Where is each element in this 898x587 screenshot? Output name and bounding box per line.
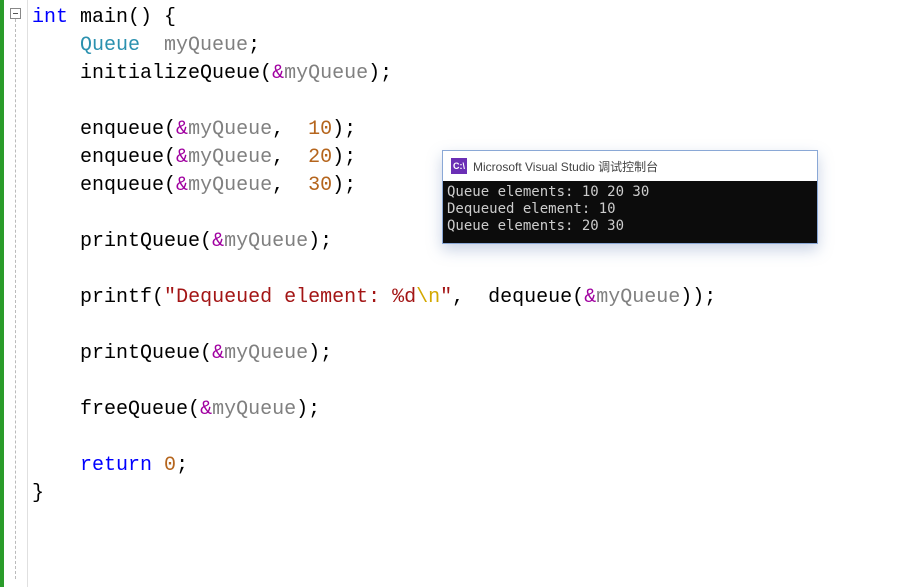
code-paren: (	[200, 342, 212, 365]
code-comma: ,	[272, 118, 308, 141]
code-fn: enqueue	[80, 174, 164, 197]
code-close: );	[332, 174, 356, 197]
code-quote: "	[440, 286, 452, 309]
code-indent	[32, 146, 80, 169]
code-indent	[32, 342, 80, 365]
console-line: Queue elements: 20 30	[447, 218, 624, 234]
code-paren: (	[152, 286, 164, 309]
code-close: );	[296, 398, 320, 421]
code-fn: dequeue	[488, 286, 572, 309]
code-paren: (	[572, 286, 584, 309]
code-fn: main	[80, 6, 128, 29]
code-fn: printf	[80, 286, 152, 309]
code-op: &	[584, 286, 596, 309]
code-indent	[32, 34, 80, 57]
code-paren: (	[260, 62, 272, 85]
code-comma: ,	[272, 174, 308, 197]
code-op: &	[212, 230, 224, 253]
code-comma: ,	[272, 146, 308, 169]
code-num: 0	[164, 454, 176, 477]
code-close: );	[368, 62, 392, 85]
code-close: );	[308, 230, 332, 253]
code-var: myQueue	[224, 342, 308, 365]
code-var: myQueue	[284, 62, 368, 85]
code-indent	[32, 118, 80, 141]
code-var: myQueue	[164, 34, 248, 57]
code-indent	[32, 62, 80, 85]
code-close: );	[332, 118, 356, 141]
minus-icon	[13, 13, 18, 14]
fold-guide-line	[15, 19, 16, 579]
code-close: );	[332, 146, 356, 169]
code-op: &	[176, 174, 188, 197]
code-type: Queue	[80, 34, 140, 57]
console-title: Microsoft Visual Studio 调试控制台	[473, 158, 658, 175]
console-titlebar[interactable]: C:\ Microsoft Visual Studio 调试控制台	[443, 151, 817, 181]
code-escape: \n	[416, 286, 440, 309]
code-semi: ;	[248, 34, 260, 57]
code-var: myQueue	[188, 174, 272, 197]
code-num: 20	[308, 146, 332, 169]
code-var: myQueue	[188, 118, 272, 141]
code-close: );	[308, 342, 332, 365]
code-var: myQueue	[596, 286, 680, 309]
fold-toggle[interactable]	[10, 8, 21, 19]
console-output: Queue elements: 10 20 30 Dequeued elemen…	[443, 181, 817, 243]
code-sp	[152, 454, 164, 477]
code-indent	[32, 174, 80, 197]
code-indent	[32, 398, 80, 421]
code-paren: (	[164, 174, 176, 197]
console-app-icon: C:\	[451, 158, 467, 174]
code-semi: ;	[176, 454, 188, 477]
code-op: &	[272, 62, 284, 85]
code-string: Dequeued element: %d	[176, 286, 416, 309]
code-quote: "	[164, 286, 176, 309]
code-op: &	[176, 146, 188, 169]
code-paren: (	[188, 398, 200, 421]
code-brace: }	[32, 482, 44, 505]
code-op: &	[200, 398, 212, 421]
code-editor[interactable]: int main() { Queue myQueue; initializeQu…	[0, 0, 898, 587]
debug-console-window[interactable]: C:\ Microsoft Visual Studio 调试控制台 Queue …	[442, 150, 818, 244]
code-indent	[32, 230, 80, 253]
code-paren: (	[164, 146, 176, 169]
code-op: &	[176, 118, 188, 141]
code-sp	[140, 34, 164, 57]
code-punct: () {	[128, 6, 176, 29]
code-num: 30	[308, 174, 332, 197]
code-paren: (	[164, 118, 176, 141]
console-line: Dequeued element: 10	[447, 201, 616, 217]
code-fn: enqueue	[80, 146, 164, 169]
editor-gutter	[0, 0, 28, 587]
code-close: ));	[680, 286, 716, 309]
code-fn: printQueue	[80, 230, 200, 253]
code-keyword: return	[80, 454, 152, 477]
console-line: Queue elements: 10 20 30	[447, 184, 649, 200]
code-content[interactable]: int main() { Queue myQueue; initializeQu…	[28, 0, 898, 587]
code-var: myQueue	[212, 398, 296, 421]
code-indent	[32, 286, 80, 309]
code-fn: enqueue	[80, 118, 164, 141]
code-op: &	[212, 342, 224, 365]
code-paren: (	[200, 230, 212, 253]
code-comma: ,	[452, 286, 488, 309]
code-var: myQueue	[188, 146, 272, 169]
code-num: 10	[308, 118, 332, 141]
code-fn: initializeQueue	[80, 62, 260, 85]
code-fn: freeQueue	[80, 398, 188, 421]
code-indent	[32, 454, 80, 477]
code-keyword: int	[32, 6, 68, 29]
code-fn: printQueue	[80, 342, 200, 365]
code-var: myQueue	[224, 230, 308, 253]
